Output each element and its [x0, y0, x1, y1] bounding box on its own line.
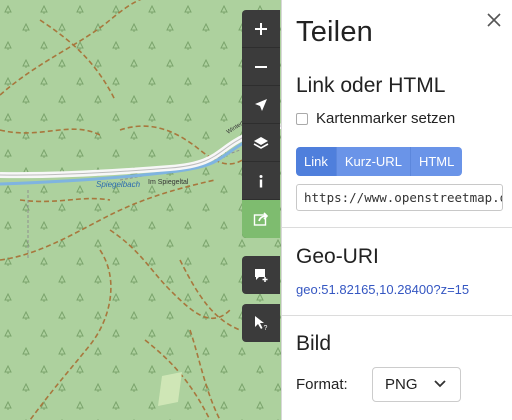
svg-text:?: ?: [264, 325, 268, 331]
query-features-button[interactable]: ?: [242, 304, 280, 342]
page-title: Teilen: [296, 16, 373, 48]
map-view[interactable]: Spiegelbach Im Spiegeltal Winterbergstra…: [0, 0, 281, 420]
location-arrow-icon: [255, 98, 267, 111]
marker-checkbox-row[interactable]: Kartenmarker setzen: [296, 110, 455, 127]
stream-label: Spiegelbach: [96, 180, 141, 189]
comment-add-icon: [255, 269, 268, 282]
share-url-input[interactable]: https://www.openstreetmap.org/: [296, 184, 503, 211]
image-section-heading: Bild: [296, 332, 332, 355]
minus-icon: [255, 65, 267, 68]
chevron-down-icon: [434, 380, 446, 388]
share-sidebar: Teilen Link oder HTML Kartenmarker setze…: [281, 0, 512, 420]
note-controls: [242, 256, 280, 294]
zoom-in-button[interactable]: [242, 10, 280, 48]
tab-short-url[interactable]: Kurz-URL: [336, 147, 411, 176]
share-button[interactable]: [242, 200, 280, 238]
layers-button[interactable]: [242, 124, 280, 162]
add-note-button[interactable]: [242, 256, 280, 294]
info-button[interactable]: [242, 162, 280, 200]
tab-html[interactable]: HTML: [410, 147, 463, 176]
section-divider: [282, 227, 512, 228]
zoom-controls: [242, 10, 280, 238]
geo-section-heading: Geo-URI: [296, 245, 379, 268]
cursor-question-icon: ?: [255, 316, 268, 331]
tab-link[interactable]: Link: [296, 147, 337, 176]
section-divider: [282, 315, 512, 316]
link-format-tabs: Link Kurz-URL HTML: [296, 147, 463, 176]
format-select-value: PNG: [385, 376, 418, 393]
valley-label: Im Spiegeltal: [148, 179, 189, 186]
query-controls: ?: [242, 304, 280, 342]
marker-checkbox-label: Kartenmarker setzen: [316, 110, 456, 127]
marker-checkbox[interactable]: [296, 112, 308, 125]
info-icon: [259, 174, 263, 187]
map-canvas[interactable]: Spiegelbach Im Spiegeltal Winterbergstra…: [0, 0, 281, 420]
format-label: Format:: [296, 376, 348, 393]
close-icon[interactable]: [486, 12, 502, 28]
plus-icon: [255, 22, 267, 35]
zoom-out-button[interactable]: [242, 48, 280, 86]
layers-icon: [253, 136, 269, 149]
geo-uri-link[interactable]: geo:51.82165,10.28400?z=15: [296, 282, 469, 297]
locate-button[interactable]: [242, 86, 280, 124]
link-section-heading: Link oder HTML: [296, 74, 446, 97]
share-icon: [253, 212, 269, 226]
format-select[interactable]: PNG: [372, 367, 461, 402]
